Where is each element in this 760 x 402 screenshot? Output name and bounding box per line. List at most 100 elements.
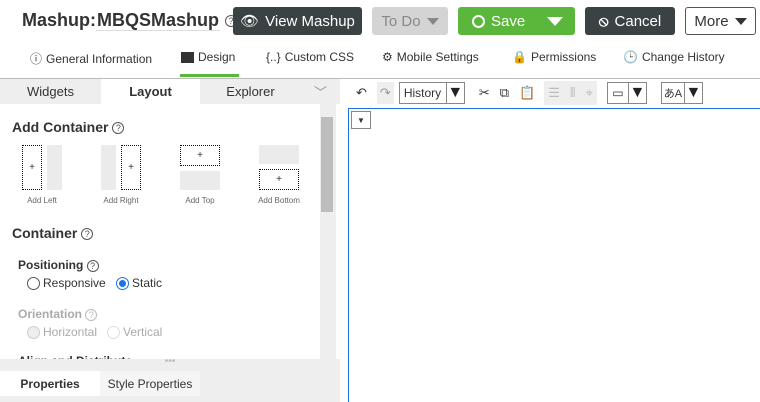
paste-icon[interactable]: 📋	[519, 85, 535, 101]
save-dropdown-icon[interactable]	[547, 16, 563, 26]
todo-label: To Do	[381, 12, 421, 30]
tab-permissions[interactable]: 🔒 Permissions	[512, 50, 596, 64]
positioning-label: Positioning ?	[18, 258, 99, 272]
radio-circle[interactable]	[27, 277, 40, 291]
design-canvas[interactable]: ▼	[348, 108, 760, 402]
add-right-label: Add Right	[103, 196, 139, 205]
tab-custom-css[interactable]: {..} Custom CSS	[266, 50, 354, 64]
heading-text: Add Container	[12, 119, 109, 135]
center-icon[interactable]: ⌖	[586, 85, 593, 101]
chevron-down-icon	[426, 17, 439, 25]
todo-button[interactable]: To Do	[372, 7, 448, 35]
help-icon: ?	[85, 308, 98, 321]
braces-icon: {..}	[266, 50, 281, 64]
tab-label: Mobile Settings	[396, 50, 479, 64]
lock-icon: 🔒	[512, 50, 527, 64]
eye-icon: 👁	[240, 13, 260, 30]
history-select[interactable]: History ▼	[398, 82, 465, 104]
collapse-chevron-icon[interactable]: ﹀	[301, 79, 340, 104]
layout-select[interactable]: ▭ ▼	[606, 82, 647, 104]
circle-icon	[472, 14, 485, 28]
align-group: ☰ ⦀ ⌖	[544, 81, 597, 105]
redo-icon[interactable]: ↷	[376, 82, 394, 104]
add-top-option[interactable]: +	[180, 145, 220, 190]
container-heading: Container ?	[12, 225, 94, 241]
chevron-down-icon: ▼	[445, 83, 464, 103]
tab-layout[interactable]: Layout	[101, 79, 200, 104]
design-icon	[181, 51, 194, 63]
info-icon: ⓘ	[30, 52, 43, 66]
add-bottom-label: Add Bottom	[258, 196, 300, 205]
properties-panel: ••• Properties Style Properties	[0, 357, 340, 402]
cut-icon[interactable]: ✂	[479, 85, 490, 101]
add-left-label: Add Left	[27, 196, 57, 205]
page-title: Mashup:MBQSMashup ?	[22, 10, 238, 31]
tab-mobile-settings[interactable]: ⚙ Mobile Settings	[382, 50, 479, 64]
tab-explorer[interactable]: Explorer	[200, 79, 301, 104]
language-select[interactable]: あA ▼	[660, 82, 703, 104]
ban-icon: ⦸	[598, 12, 609, 30]
tab-style-properties[interactable]: Style Properties	[100, 371, 200, 396]
cancel-label: Cancel	[614, 12, 662, 30]
radio-static[interactable]: Static	[116, 276, 163, 291]
heading-text: Container	[12, 225, 78, 241]
copy-icon[interactable]: ⧉	[500, 85, 509, 101]
tab-design[interactable]: Design	[181, 50, 235, 64]
cancel-button[interactable]: ⦸ Cancel	[585, 7, 675, 35]
tab-label: Change History	[641, 50, 725, 64]
add-bottom-option[interactable]: +	[259, 145, 299, 190]
scrollbar-thumb[interactable]	[321, 117, 333, 212]
view-label: View Mashup	[265, 12, 355, 30]
tab-label: Permissions	[530, 50, 597, 64]
tab-properties[interactable]: Properties	[0, 371, 100, 396]
panel-tabs: Widgets Layout Explorer ﹀	[0, 79, 340, 104]
canvas-menu-button[interactable]: ▼	[351, 111, 371, 129]
orientation-label: Orientation ?	[18, 307, 98, 321]
tab-label: Design	[198, 50, 236, 64]
translate-icon: あA	[663, 88, 683, 100]
radio-circle[interactable]	[116, 277, 129, 291]
radio-label: Vertical	[123, 325, 163, 339]
chevron-down-icon: ▼	[627, 83, 646, 103]
distribute-horizontal-icon[interactable]: ☰	[548, 85, 560, 101]
radio-vertical: Vertical	[107, 325, 163, 340]
chevron-down-icon: ▼	[683, 83, 702, 103]
help-icon[interactable]: ?	[112, 122, 125, 135]
layout-icon: ▭	[612, 86, 624, 100]
radio-label: Static	[132, 276, 163, 290]
radio-circle	[107, 326, 120, 340]
tab-widgets[interactable]: Widgets	[0, 79, 101, 104]
tab-label: General Information	[46, 51, 153, 66]
active-tab-indicator	[180, 74, 239, 77]
more-button[interactable]: More	[685, 7, 756, 35]
add-top-label: Add Top	[185, 196, 215, 205]
radio-label: Responsive	[43, 276, 106, 290]
scrollbar[interactable]	[320, 104, 336, 359]
save-label: Save	[491, 12, 526, 30]
editor-toolbar: ↶ ↷ History ▼ ✂ ⧉ 📋 ☰ ⦀ ⌖ ▭ ▼ あA ▼	[348, 79, 760, 107]
add-left-option[interactable]: +	[22, 145, 62, 190]
tab-label: Custom CSS	[284, 50, 355, 64]
distribute-vertical-icon[interactable]: ⦀	[570, 85, 576, 101]
tab-change-history[interactable]: 🕒 Change History	[623, 50, 725, 64]
radio-label: Horizontal	[43, 325, 98, 339]
radio-responsive[interactable]: Responsive	[27, 276, 106, 291]
title-label: Mashup:	[22, 10, 96, 30]
help-icon[interactable]: ?	[86, 259, 99, 272]
history-label: History	[403, 86, 442, 100]
undo-icon[interactable]: ↶	[356, 85, 367, 101]
add-right-option[interactable]: +	[101, 145, 141, 190]
tab-general-information[interactable]: ⓘ General Information	[30, 50, 152, 67]
save-button[interactable]: Save	[458, 7, 575, 35]
chevron-down-icon	[734, 17, 747, 25]
help-icon[interactable]: ?	[81, 228, 94, 241]
resize-handle[interactable]: •••	[0, 357, 340, 367]
clock-icon: 🕒	[623, 50, 638, 64]
radio-horizontal: Horizontal	[27, 325, 98, 340]
gear-icon: ⚙	[382, 50, 393, 64]
align-distribute-label: Align and Distribute	[18, 352, 132, 359]
label-text: Orientation	[18, 307, 83, 321]
view-mashup-button[interactable]: 👁 View Mashup	[233, 7, 362, 35]
more-label: More	[694, 12, 729, 30]
radio-circle	[27, 326, 40, 340]
